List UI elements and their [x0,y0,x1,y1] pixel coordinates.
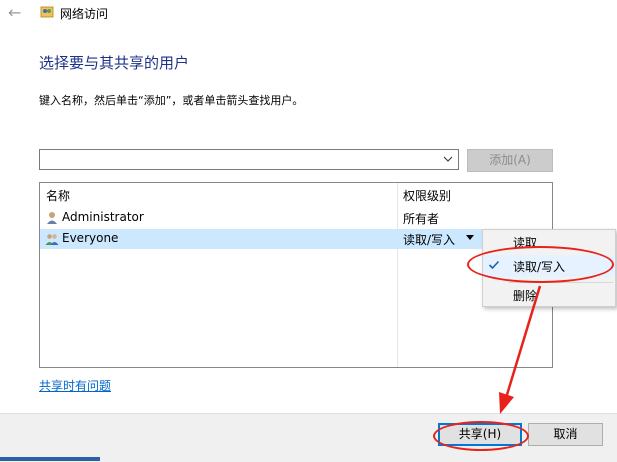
user-icon [47,212,57,224]
checkmark-icon [488,260,500,270]
user-permission-list[interactable]: 名称 权限级别 Administrator 所有者 Everyone 读取/写入 [39,182,553,368]
user-name: Administrator [62,210,144,224]
share-button[interactable]: 共享(H) [438,423,522,446]
footer-bar [0,413,617,462]
group-icon [45,234,59,245]
network-share-icon [40,6,54,18]
cancel-button[interactable]: 取消 [528,423,603,446]
user-name-combobox[interactable] [39,149,459,170]
column-header-name[interactable]: 名称 [46,187,70,204]
menu-item-delete[interactable]: 删除 [483,284,615,306]
chevron-down-icon[interactable] [443,153,453,165]
user-name: Everyone [62,231,119,245]
table-row[interactable]: Everyone 读取/写入 [40,229,552,249]
sharing-help-link[interactable]: 共享时有问题 [39,377,111,394]
add-button[interactable]: 添加(A) [467,149,553,172]
table-row[interactable]: Administrator 所有者 [40,208,552,228]
menu-item-read-write[interactable]: 读取/写入 [483,255,615,277]
permission-dropdown-icon[interactable] [466,235,474,240]
permission-level[interactable]: 读取/写入 [403,231,455,248]
permission-menu: 读取 读取/写入 删除 [482,229,616,307]
taskbar-edge [0,457,100,461]
menu-item-read[interactable]: 读取 [483,231,615,253]
permission-level: 所有者 [403,212,440,226]
page-heading: 选择要与其共享的用户 [39,54,190,72]
instruction-text: 键入名称，然后单击“添加”，或者单击箭头查找用户。 [39,94,304,107]
window-title: 网络访问 [60,7,109,21]
title-bar: ← 网络访问 [0,0,617,26]
column-header-permission[interactable]: 权限级别 [403,187,451,204]
back-arrow-icon[interactable]: ← [8,3,21,22]
user-name-input[interactable] [42,151,441,168]
menu-separator [509,282,613,283]
